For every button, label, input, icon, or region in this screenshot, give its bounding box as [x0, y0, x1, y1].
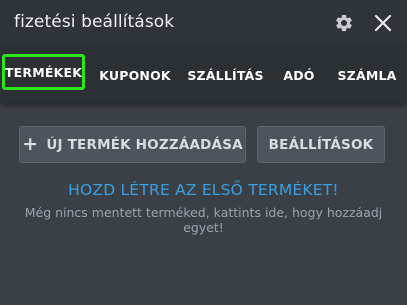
tab-shipping[interactable]: SZÁLLÍTÁS	[185, 47, 266, 103]
tab-invoice[interactable]: SZÁMLA	[334, 47, 400, 103]
tab-label: SZÁLLÍTÁS	[187, 67, 264, 83]
close-icon[interactable]	[373, 13, 393, 33]
settings-button[interactable]: BEÁLLÍTÁSOK	[257, 126, 385, 163]
tab-coupons[interactable]: KUPONOK	[93, 47, 177, 103]
add-product-button[interactable]: + ÚJ TERMÉK HOZZÁADÁSA	[19, 126, 246, 163]
add-product-label: ÚJ TERMÉK HOZZÁADÁSA	[46, 136, 243, 153]
create-first-product-link[interactable]: HOZD LÉTRE AZ ELSŐ TERMÉKET!	[0, 181, 407, 199]
tab-label: SZÁMLA	[337, 67, 397, 83]
settings-label: BEÁLLÍTÁSOK	[268, 136, 374, 153]
window-title: fizetési beállítások	[14, 12, 175, 32]
tab-label: ADÓ	[283, 67, 315, 83]
tab-label: KUPONOK	[99, 67, 171, 83]
title-bar: fizetési beállítások	[0, 0, 407, 47]
tab-label: TERMÉKEK	[4, 64, 83, 80]
tab-bar: TERMÉKEK KUPONOK SZÁLLÍTÁS ADÓ SZÁMLA	[0, 47, 407, 103]
tab-products[interactable]: TERMÉKEK	[2, 54, 85, 90]
empty-state-description[interactable]: Még nincs mentett terméked, kattints ide…	[20, 205, 387, 235]
tab-tax[interactable]: ADÓ	[276, 47, 322, 103]
plus-icon: +	[22, 133, 39, 155]
gear-icon[interactable]	[334, 13, 354, 33]
